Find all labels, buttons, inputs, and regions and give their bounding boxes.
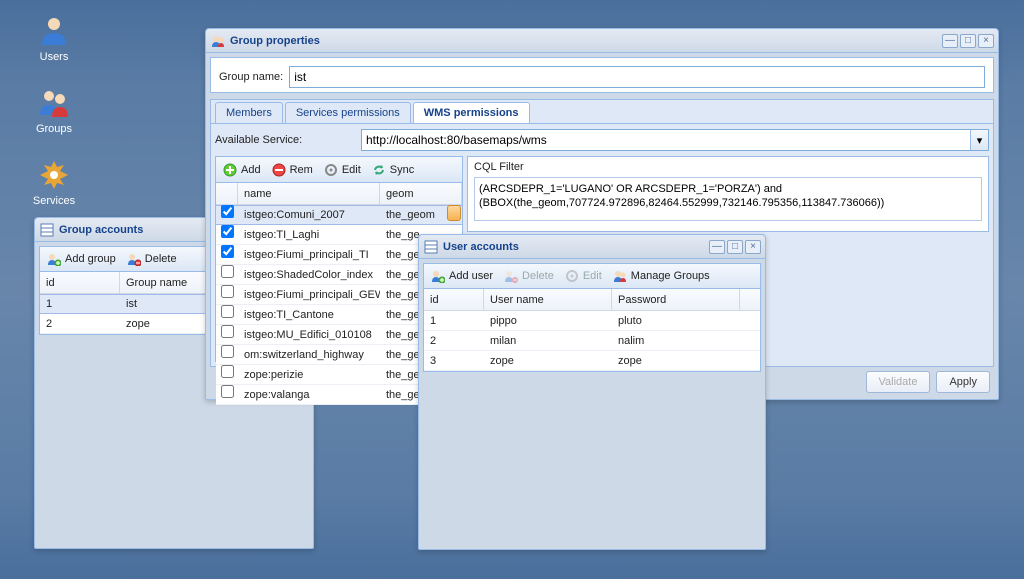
close-button[interactable]: × [745, 240, 761, 254]
maximize-button[interactable]: □ [727, 240, 743, 254]
tab-services-permissions[interactable]: Services permissions [285, 102, 411, 123]
plus-icon [222, 162, 238, 178]
table-icon [39, 222, 55, 238]
add-group-button[interactable]: Add group [46, 251, 116, 267]
table-icon [423, 239, 439, 255]
apply-button[interactable]: Apply [936, 371, 990, 393]
col-layer-geom[interactable]: geom [380, 183, 462, 205]
edit-layer-button[interactable]: Edit [323, 162, 361, 178]
minus-icon [271, 162, 287, 178]
col-password[interactable]: Password [612, 289, 740, 311]
desktop-icon-label: Groups [24, 123, 84, 135]
col-layer-name[interactable]: name [238, 183, 380, 205]
tab-members[interactable]: Members [215, 102, 283, 123]
minimize-button[interactable]: — [942, 34, 958, 48]
group-name-input[interactable] [289, 66, 985, 88]
col-id[interactable]: id [40, 272, 120, 294]
available-service-label: Available Service: [215, 134, 355, 146]
col-username[interactable]: User name [484, 289, 612, 311]
cql-filter-label: CQL Filter [468, 157, 988, 177]
minimize-button[interactable]: — [709, 240, 725, 254]
delete-group-button[interactable]: Delete [126, 251, 177, 267]
edit-user-button: Edit [564, 268, 602, 284]
scrollbar[interactable] [447, 205, 461, 221]
group-icon [612, 268, 628, 284]
layer-checkbox[interactable] [221, 305, 234, 318]
desktop-icon-label: Users [24, 51, 84, 63]
layer-checkbox[interactable] [221, 385, 234, 398]
user-accounts-window: User accounts — □ × Add user Delete Edit… [418, 234, 766, 550]
layer-checkbox[interactable] [221, 225, 234, 238]
window-title: Group properties [230, 35, 940, 47]
group-delete-icon [126, 251, 142, 267]
delete-user-button: Delete [503, 268, 554, 284]
gear-icon [323, 162, 339, 178]
add-layer-button[interactable]: Add [222, 162, 261, 178]
user-add-icon [430, 268, 446, 284]
sync-icon [371, 162, 387, 178]
layer-checkbox[interactable] [221, 285, 234, 298]
layer-checkbox[interactable] [221, 325, 234, 338]
groups-app-icon[interactable]: Groups [24, 87, 84, 135]
table-row[interactable]: 3zopezope [424, 351, 760, 371]
sync-layer-button[interactable]: Sync [371, 162, 414, 178]
user-delete-icon [503, 268, 519, 284]
available-service-select[interactable] [361, 129, 989, 151]
layer-checkbox[interactable] [221, 265, 234, 278]
group-add-icon [46, 251, 62, 267]
desktop-icon-label: Services [24, 195, 84, 207]
manage-groups-button[interactable]: Manage Groups [612, 268, 710, 284]
cql-filter-textarea[interactable]: (ARCSDEPR_1='LUGANO' OR ARCSDEPR_1='PORZ… [474, 177, 982, 221]
gear-icon [564, 268, 580, 284]
layer-checkbox[interactable] [221, 245, 234, 258]
validate-button[interactable]: Validate [866, 371, 931, 393]
users-app-icon[interactable]: Users [24, 15, 84, 63]
window-title: User accounts [443, 241, 707, 253]
maximize-button[interactable]: □ [960, 34, 976, 48]
table-row[interactable]: 2milannalim [424, 331, 760, 351]
table-row[interactable]: 1pippopluto [424, 311, 760, 331]
group-name-label: Group name: [219, 71, 283, 83]
layer-checkbox[interactable] [221, 205, 234, 218]
layer-checkbox[interactable] [221, 345, 234, 358]
table-row[interactable]: istgeo:Comuni_2007the_geom [216, 205, 462, 225]
group-icon [210, 33, 226, 49]
add-user-button[interactable]: Add user [430, 268, 493, 284]
close-button[interactable]: × [978, 34, 994, 48]
chevron-down-icon[interactable]: ▾ [970, 130, 988, 150]
tab-wms-permissions[interactable]: WMS permissions [413, 102, 530, 123]
services-app-icon[interactable]: Services [24, 159, 84, 207]
layer-checkbox[interactable] [221, 365, 234, 378]
col-id[interactable]: id [424, 289, 484, 311]
remove-layer-button[interactable]: Rem [271, 162, 313, 178]
